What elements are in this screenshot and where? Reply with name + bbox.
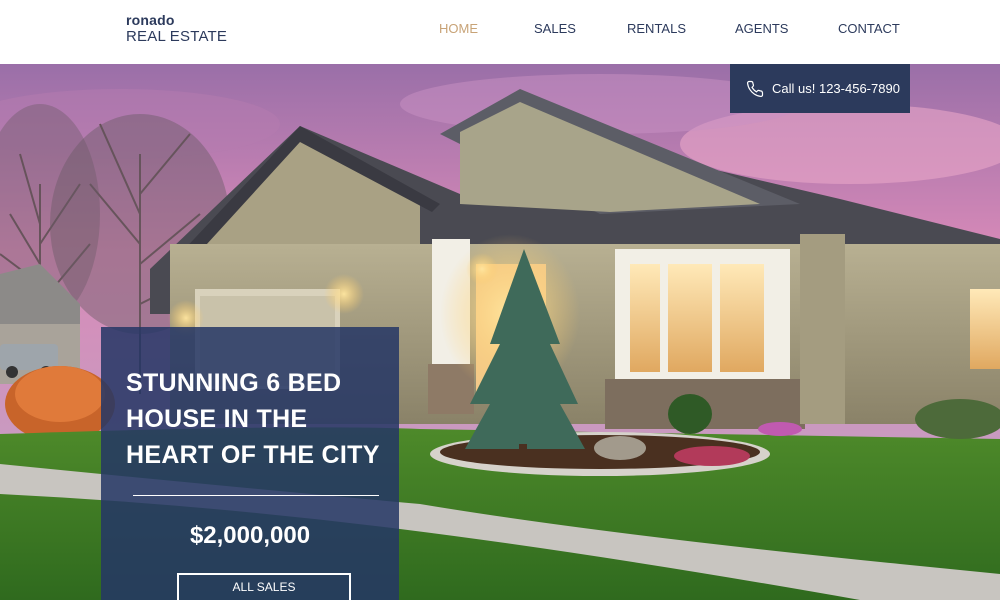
nav-rentals[interactable]: RENTALS	[627, 21, 686, 36]
logo-name: ronado	[126, 12, 175, 28]
call-us-button[interactable]: Call us! 123-456-7890	[730, 64, 910, 113]
site-logo[interactable]: ronado REAL ESTATE	[126, 13, 227, 44]
phone-icon	[746, 80, 764, 98]
logo-subtitle: REAL ESTATE	[126, 28, 228, 45]
listing-headline: STUNNING 6 BED HOUSE IN THE HEART OF THE…	[126, 369, 380, 469]
site-header: ronado REAL ESTATE HOME SALES RENTALS AG…	[0, 0, 1000, 64]
nav-home[interactable]: HOME	[439, 21, 478, 36]
listing-card: STUNNING 6 BED HOUSE IN THE HEART OF THE…	[101, 327, 399, 600]
all-sales-label: ALL SALES	[232, 580, 296, 594]
nav-sales[interactable]: SALES	[534, 21, 576, 36]
listing-price: $2,000,000	[189, 522, 311, 549]
all-sales-button[interactable]: ALL SALES	[177, 573, 351, 600]
call-us-label: Call us! 123-456-7890	[772, 81, 900, 96]
nav-agents[interactable]: AGENTS	[735, 21, 788, 36]
nav-contact[interactable]: CONTACT	[838, 21, 900, 36]
card-divider	[133, 495, 379, 496]
